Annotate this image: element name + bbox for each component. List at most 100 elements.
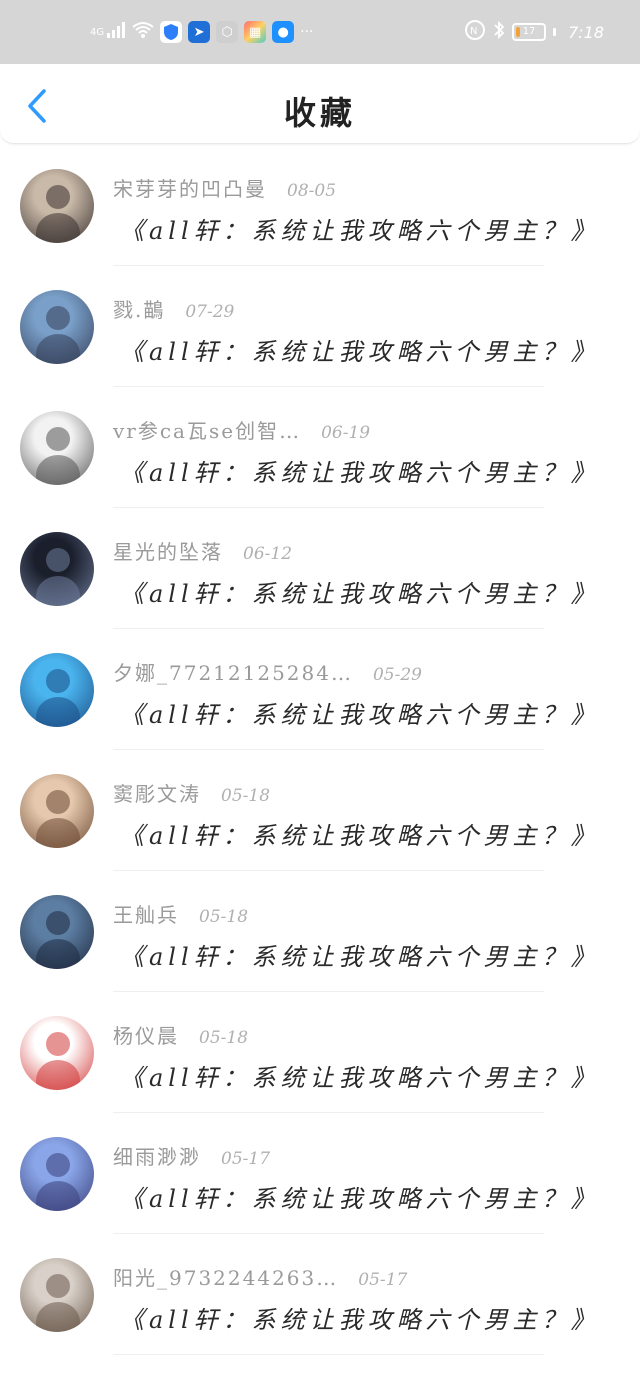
- story-title[interactable]: 《all轩：系统让我攻略六个男主？》: [120, 1300, 600, 1335]
- grid-app-icon: ▦: [244, 21, 267, 43]
- item-date: 05-29: [372, 665, 422, 685]
- story-title[interactable]: 《all轩：系统让我攻略六个男主？》: [120, 1058, 600, 1093]
- item-date: 05-17: [221, 1149, 271, 1169]
- user-avatar[interactable]: [20, 532, 94, 606]
- avatar-figure-body: [36, 455, 80, 485]
- user-name[interactable]: 窦彫文涛: [113, 778, 201, 807]
- avatar-figure-body: [36, 939, 80, 969]
- item-meta: 杨仪晨 05-18: [113, 1020, 248, 1049]
- favorite-item[interactable]: 宋芽芽的凹凸曼 08-05 《all轩：系统让我攻略六个男主？》: [0, 145, 640, 266]
- user-name[interactable]: vr参ca瓦se创智…: [113, 415, 301, 444]
- divider: [113, 1354, 544, 1355]
- avatar-figure-body: [36, 1060, 80, 1090]
- wifi-icon: [132, 21, 154, 43]
- story-title[interactable]: 《all轩：系统让我攻略六个男主？》: [120, 1179, 600, 1214]
- network-label: 4G: [90, 26, 105, 38]
- avatar-figure: [46, 427, 70, 451]
- avatar-figure: [46, 306, 70, 330]
- user-name[interactable]: 星光的坠落: [113, 536, 223, 565]
- user-avatar[interactable]: [20, 1258, 94, 1332]
- user-name[interactable]: 夕娜_7721212528​4…: [113, 657, 353, 686]
- user-name[interactable]: 细雨渺渺: [113, 1141, 201, 1170]
- user-avatar[interactable]: [20, 774, 94, 848]
- user-name[interactable]: 杨仪晨: [113, 1020, 179, 1049]
- item-date: 07-29: [185, 302, 235, 322]
- avatar-figure: [46, 1274, 70, 1298]
- user-name[interactable]: 宋芽芽的凹凸曼: [113, 173, 267, 202]
- user-name[interactable]: 阳光_9732244263…: [113, 1262, 338, 1291]
- item-meta: 宋芽芽的凹凸曼 08-05: [113, 173, 336, 202]
- user-avatar[interactable]: [20, 411, 94, 485]
- story-title[interactable]: 《all轩：系统让我攻略六个男主？》: [120, 574, 600, 609]
- story-title[interactable]: 《all轩：系统让我攻略六个男主？》: [120, 937, 600, 972]
- story-title[interactable]: 《all轩：系统让我攻略六个男主？》: [120, 695, 600, 730]
- avatar-figure-body: [36, 1302, 80, 1332]
- favorite-item[interactable]: 杨仪晨 05-18 《all轩：系统让我攻略六个男主？》: [0, 992, 640, 1113]
- status-bar: 4G ➤ ⬡ ▦ ● ··· N 17 7:18: [0, 0, 640, 64]
- item-meta: 夕娜_7721212528​4… 05-29: [113, 657, 422, 686]
- favorite-item[interactable]: 夕娜_7721212528​4… 05-29 《all轩：系统让我攻略六个男主？》: [0, 629, 640, 750]
- avatar-figure-body: [36, 818, 80, 848]
- avatar-figure: [46, 790, 70, 814]
- bluetooth-icon: [492, 20, 506, 44]
- svg-text:N: N: [470, 26, 477, 37]
- story-title[interactable]: 《all轩：系统让我攻略六个男主？》: [120, 332, 600, 367]
- item-date: 06-19: [321, 423, 371, 443]
- nfc-icon: N: [464, 19, 486, 45]
- favorite-item[interactable]: 窦彫文涛 05-18 《all轩：系统让我攻略六个男主？》: [0, 750, 640, 871]
- avatar-figure: [46, 911, 70, 935]
- avatar-figure-body: [36, 213, 80, 243]
- user-avatar[interactable]: [20, 1016, 94, 1090]
- item-meta: 窦彫文涛 05-18: [113, 778, 270, 807]
- user-avatar[interactable]: [20, 290, 94, 364]
- status-time: 7:18: [568, 22, 604, 42]
- page-title: 收藏: [283, 94, 356, 132]
- story-title[interactable]: 《all轩：系统让我攻略六个男主？》: [120, 816, 600, 851]
- item-date: 05-18: [221, 786, 271, 806]
- item-date: 05-18: [199, 1028, 249, 1048]
- favorite-item[interactable]: 戮.鶓 07-29 《all轩：系统让我攻略六个男主？》: [0, 266, 640, 387]
- item-meta: vr参ca瓦se创智… 06-19: [113, 415, 370, 444]
- favorite-item[interactable]: 王舢兵 05-18 《all轩：系统让我攻略六个男主？》: [0, 871, 640, 992]
- status-right: N 17 7:18: [464, 19, 604, 45]
- item-date: 06-12: [243, 544, 293, 564]
- bird-app-icon: ●: [272, 21, 295, 43]
- favorites-list: 宋芽芽的凹凸曼 08-05 《all轩：系统让我攻略六个男主？》 戮.鶓 07-29 《a…: [0, 145, 640, 1355]
- battery-level: 17: [522, 26, 536, 37]
- item-date: 05-18: [199, 907, 249, 927]
- signal-icon: [106, 21, 126, 43]
- header: 收藏: [0, 64, 640, 144]
- story-title[interactable]: 《all轩：系统让我攻略六个男主？》: [120, 211, 600, 246]
- avatar-figure: [46, 1032, 70, 1056]
- favorite-item[interactable]: vr参ca瓦se创智… 06-19 《all轩：系统让我攻略六个男主？》: [0, 387, 640, 508]
- item-date: 08-05: [287, 181, 337, 201]
- user-avatar[interactable]: [20, 169, 94, 243]
- item-meta: 细雨渺渺 05-17: [113, 1141, 270, 1170]
- avatar-figure: [46, 548, 70, 572]
- avatar-figure-body: [36, 1181, 80, 1211]
- item-meta: 阳光_9732244263… 05-17: [113, 1262, 407, 1291]
- avatar-figure: [46, 1153, 70, 1177]
- user-avatar[interactable]: [20, 1137, 94, 1211]
- user-avatar[interactable]: [20, 895, 94, 969]
- avatar-figure: [46, 185, 70, 209]
- favorite-item[interactable]: 阳光_9732244263… 05-17 《all轩：系统让我攻略六个男主？》: [0, 1234, 640, 1355]
- favorite-item[interactable]: 星光的坠落 06-12 《all轩：系统让我攻略六个男主？》: [0, 508, 640, 629]
- avatar-figure-body: [36, 697, 80, 727]
- user-name[interactable]: 戮.鶓: [113, 294, 165, 323]
- shield-app-icon: [160, 21, 183, 43]
- avatar-figure-body: [36, 576, 80, 606]
- item-meta: 星光的坠落 06-12: [113, 536, 292, 565]
- user-avatar[interactable]: [20, 653, 94, 727]
- avatar-figure: [46, 669, 70, 693]
- story-title[interactable]: 《all轩：系统让我攻略六个男主？》: [120, 453, 600, 488]
- hex-app-icon: ⬡: [216, 21, 239, 43]
- item-meta: 戮.鶓 07-29: [113, 294, 234, 323]
- favorite-item[interactable]: 细雨渺渺 05-17 《all轩：系统让我攻略六个男主？》: [0, 1113, 640, 1234]
- avatar-figure-body: [36, 334, 80, 364]
- more-notifications: ···: [300, 24, 314, 40]
- user-name[interactable]: 王舢兵: [113, 899, 179, 928]
- item-meta: 王舢兵 05-18: [113, 899, 248, 928]
- status-left: 4G ➤ ⬡ ▦ ● ···: [90, 21, 313, 43]
- battery-icon: 17: [512, 23, 547, 41]
